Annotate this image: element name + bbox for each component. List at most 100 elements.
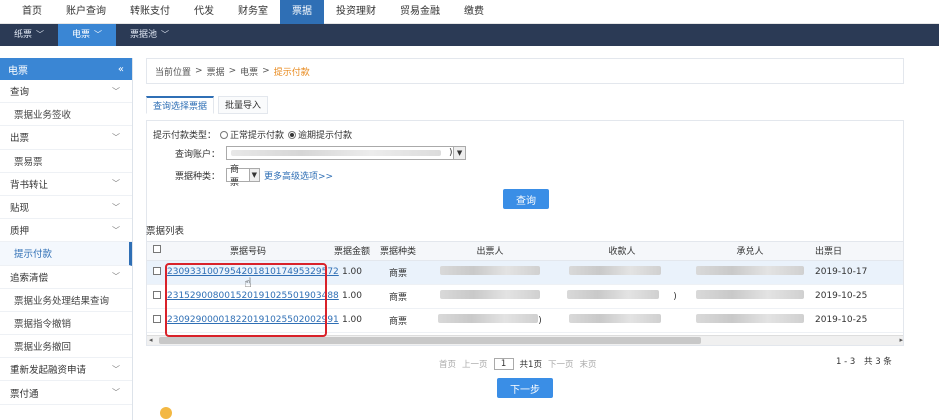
chevron-down-icon: ﹀ [112, 225, 120, 235]
sub-navigation: 纸票 ﹀ 电票 ﹀ 票据池 ﹀ [0, 24, 939, 46]
bill-number-link[interactable]: 230933100795420181017495329572 [167, 267, 339, 277]
sidebar-item-label: 贴现 [10, 203, 30, 215]
sidebar-item[interactable]: 票付通 ﹀ [0, 381, 132, 405]
first-page-link[interactable]: 首页 [439, 358, 456, 370]
select-all-checkbox[interactable] [153, 245, 161, 254]
account-value-redacted [231, 150, 442, 156]
sidebar-item[interactable]: 追索清偿 ﹀ [0, 266, 132, 289]
sidebar-item-label: 追索清偿 [10, 272, 49, 284]
row-checkbox[interactable] [153, 314, 161, 323]
radio-overdue-payment[interactable] [288, 130, 297, 139]
main-content: 当前位置 > 票据 > 电票 > 提示付款 查询选择票据 批量导入 提示付款类型… [146, 58, 904, 398]
redacted-acceptor [696, 290, 804, 299]
chevron-down-icon[interactable]: ▼ [248, 169, 260, 181]
chevron-down-icon: ﹀ [112, 388, 120, 398]
row-select-cell [147, 260, 167, 285]
breadcrumb-separator: > [195, 66, 203, 76]
tab-batch-import[interactable]: 批量导入 [218, 96, 269, 114]
tab-query-select[interactable]: 查询选择票据 [146, 96, 215, 114]
bill-number-link[interactable]: 230929000018220191025502002991 [167, 315, 339, 325]
table-row[interactable]: 230929000018220191025502002991 1.00 商票) 201… [147, 308, 903, 333]
sidebar-menu: 查询 ﹀ 票据业务签收 出票 ﹀ 票易票 背书转让 ﹀ 贴现 ﹀ 质押 ﹀ 提示付款 追索清偿 ﹀ 票据业务处… [0, 80, 132, 405]
next-page-link[interactable]: 下一页 [548, 358, 574, 370]
sidebar-item[interactable]: 质押 ﹀ [0, 219, 132, 243]
topnav-item[interactable]: 代发 [182, 0, 226, 24]
drawer-cell [421, 260, 559, 285]
issue-date: 2019-10-25 [815, 308, 903, 333]
sidebar-item[interactable]: 查询 ﹀ [0, 80, 132, 104]
bill-number-link[interactable]: 231529008001520191025501903488 [167, 291, 339, 301]
topnav-item[interactable]: 转账支付 [118, 0, 182, 24]
info-icon [160, 407, 172, 419]
scrollbar-thumb[interactable] [159, 337, 701, 344]
page-number-input[interactable]: 1 [493, 358, 514, 370]
topnav-item[interactable]: 票据 [280, 0, 324, 24]
drawer-suffix: ) [538, 316, 542, 326]
bill-table: 票据号码 票据金额 票据种类 出票人 收款人 承兑人 出票日 230933100… [146, 241, 904, 346]
sidebar-item-label: 查询 [10, 87, 30, 99]
payment-type-label: 提示付款类型： [153, 131, 217, 141]
acceptor-cell [685, 260, 815, 285]
account-value-suffix: ) [449, 148, 453, 158]
next-step-button[interactable]: 下一步 [497, 378, 553, 398]
payee-cell [559, 308, 685, 333]
table-header-row: 票据号码 票据金额 票据种类 出票人 收款人 承兑人 出票日 [147, 242, 903, 261]
hand-cursor-icon: ☝ [244, 276, 252, 291]
more-options-link[interactable]: 更多高级选项>> [264, 169, 333, 182]
sidebar-item-label: 背书转让 [10, 179, 49, 191]
chevron-down-icon: ﹀ [112, 364, 120, 374]
sidebar-item[interactable]: 票据业务撤回 [0, 335, 132, 359]
subnav-item[interactable]: 票据池 ﹀ [116, 24, 183, 46]
chevron-down-icon: ﹀ [112, 86, 120, 96]
subnav-item[interactable]: 电票 ﹀ [58, 24, 117, 46]
sidebar-item[interactable]: 贴现 ﹀ [0, 196, 132, 220]
query-button[interactable]: 查询 [503, 189, 549, 209]
sidebar-item-label: 票据业务处理结果查询 [14, 295, 110, 307]
sidebar-item[interactable]: 提示付款 [0, 242, 132, 266]
scroll-left-icon[interactable]: ◂ [149, 336, 153, 344]
breadcrumb-separator: > [262, 66, 270, 76]
topnav-item[interactable]: 财务室 [226, 0, 280, 24]
breadcrumb-prefix: 当前位置 [155, 67, 192, 78]
row-checkbox[interactable] [153, 266, 161, 275]
sidebar-item[interactable]: 票据业务处理结果查询 [0, 289, 132, 312]
sidebar-item[interactable]: 票易票 [0, 150, 132, 173]
breadcrumb-dianpiao[interactable]: 电票 [240, 65, 258, 78]
sidebar-item-label: 票据指令撤销 [14, 318, 72, 330]
table-row[interactable]: 230933100795420181017495329572 1.00 商票 2019… [147, 260, 903, 285]
subnav-item-label: 电票 [72, 30, 91, 40]
topnav-item[interactable]: 贸易金融 [388, 0, 452, 24]
sidebar-item[interactable]: 出票 ﹀ [0, 126, 132, 150]
sidebar-item[interactable]: 背书转让 ﹀ [0, 173, 132, 196]
sidebar-item[interactable]: 票据业务签收 [0, 103, 132, 127]
sidebar-item-label: 票据业务撤回 [14, 342, 72, 354]
bill-type-select[interactable]: 商票 ▼ [226, 165, 261, 188]
horizontal-scrollbar[interactable]: ◂ ▸ [147, 335, 903, 345]
pagination: 首页 上一页 1 共1页 下一页 末页 [436, 358, 599, 370]
column-header: 出票日 [815, 242, 903, 261]
topnav-item[interactable]: 投资理财 [324, 0, 388, 24]
last-page-link[interactable]: 末页 [579, 358, 596, 370]
topnav-item[interactable]: 账户查询 [54, 0, 118, 24]
account-select[interactable]: ) ▼ [226, 146, 467, 160]
scroll-right-icon[interactable]: ▸ [899, 336, 903, 344]
table-row[interactable]: 231529008001520191025501903488 1.00 商票) 201… [147, 284, 903, 309]
payment-type-row: 提示付款类型： 正常提示付款 逾期提示付款 [153, 128, 352, 141]
sidebar-item[interactable]: 票据指令撤销 [0, 312, 132, 336]
chevron-down-icon[interactable]: ▼ [453, 147, 466, 159]
sidebar-item[interactable]: 重新发起融资申请 ﹀ [0, 358, 132, 382]
radio-normal-payment[interactable] [220, 130, 229, 139]
breadcrumb-piaoju[interactable]: 票据 [207, 65, 225, 78]
subnav-item[interactable]: 纸票 ﹀ [0, 24, 58, 46]
bill-list-title: 票据列表 [146, 226, 185, 237]
select-all-cell [147, 242, 167, 261]
total-pages: 共1页 [519, 360, 542, 370]
bill-type: 商票 [375, 260, 421, 285]
collapse-icon[interactable]: « [118, 64, 124, 75]
prev-page-link[interactable]: 上一页 [462, 358, 488, 370]
topnav-item[interactable]: 缴费 [452, 0, 496, 24]
redacted-payee [567, 290, 660, 299]
topnav-item[interactable]: 首页 [10, 0, 54, 24]
row-checkbox[interactable] [153, 290, 161, 299]
redacted-drawer [440, 266, 540, 275]
